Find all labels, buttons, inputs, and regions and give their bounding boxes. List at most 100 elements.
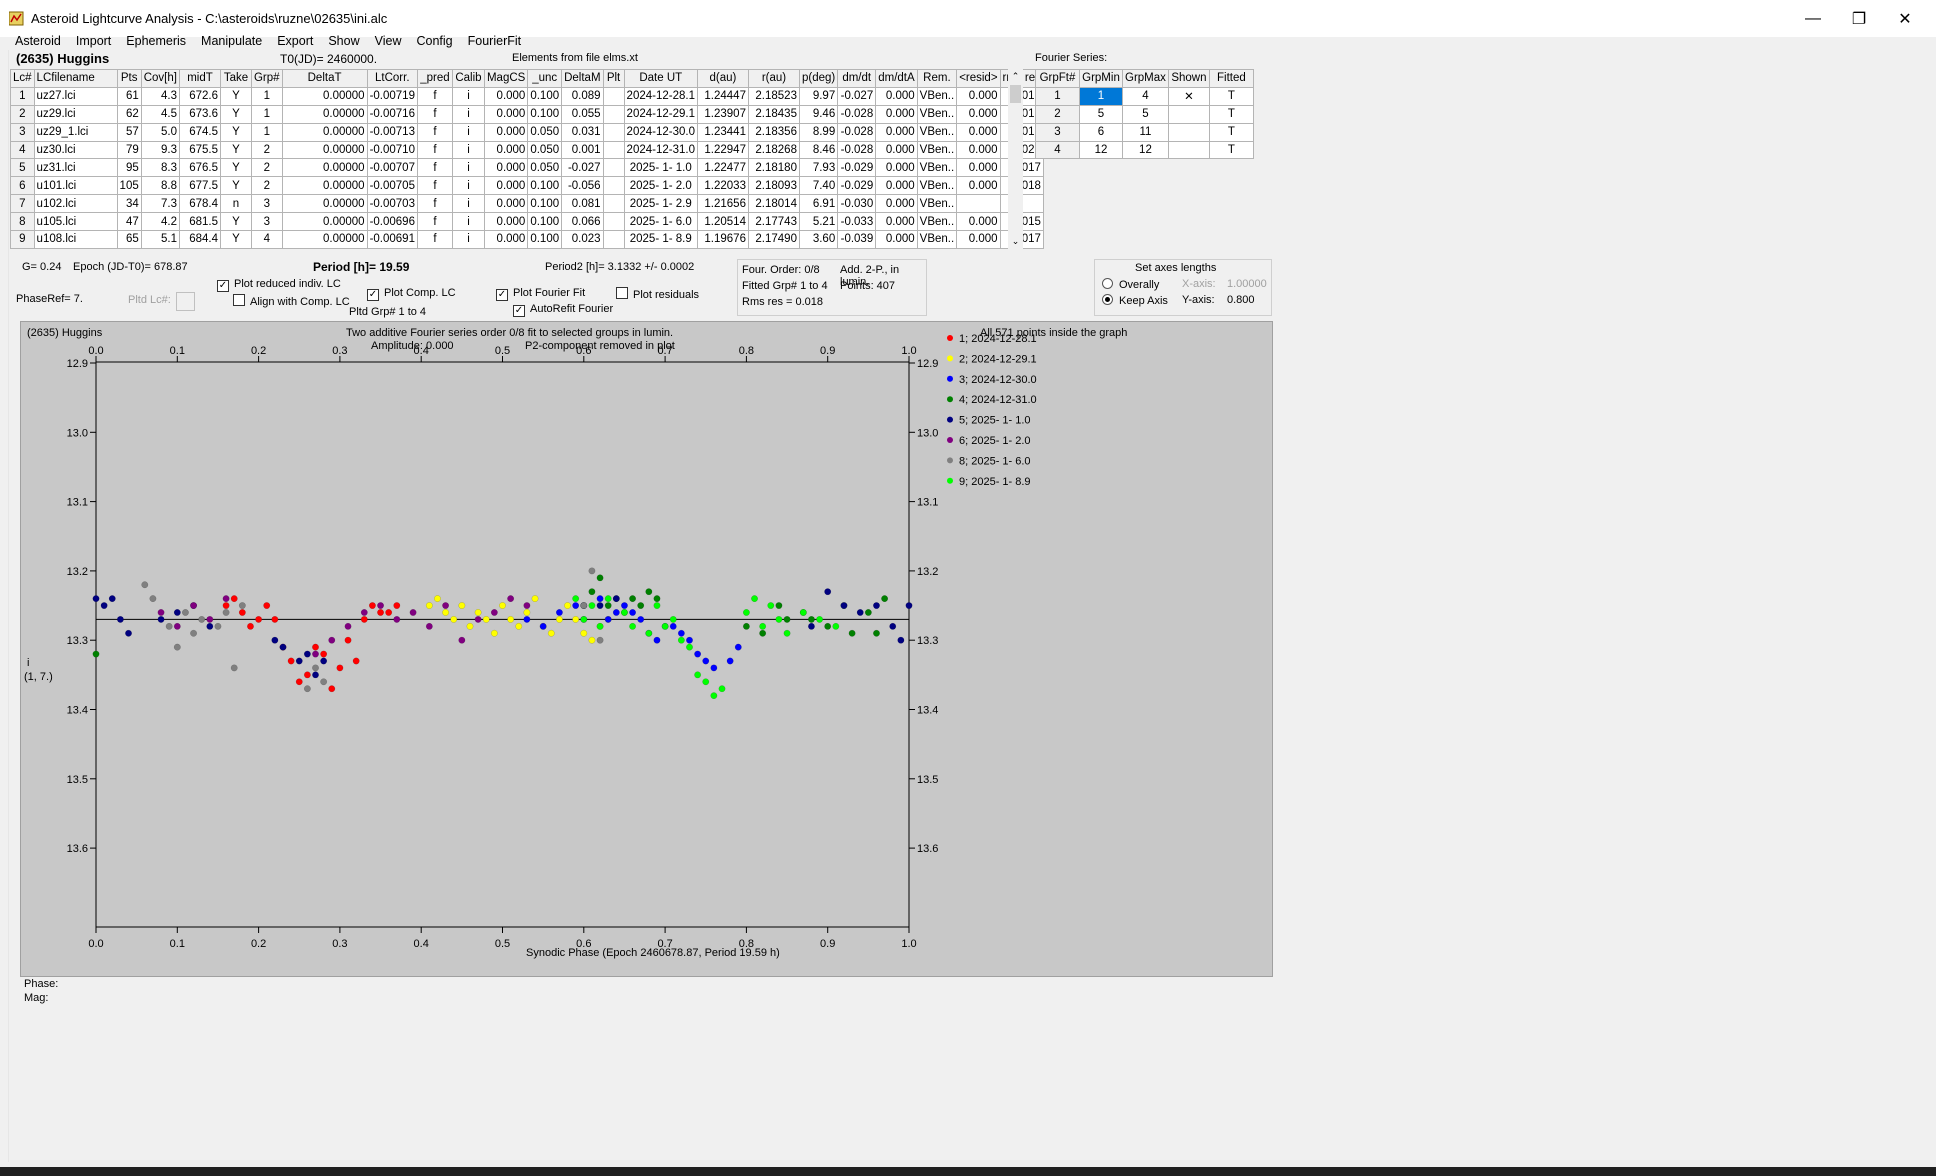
- table-cell[interactable]: uz29.lci: [33, 104, 118, 124]
- table-cell[interactable]: 2.18523: [747, 86, 800, 106]
- table-cell[interactable]: 0.00000: [281, 122, 368, 142]
- table-cell[interactable]: VBen..: [916, 140, 958, 160]
- table-cell[interactable]: 65: [116, 230, 142, 249]
- column-header[interactable]: _pred: [416, 69, 453, 88]
- table-cell[interactable]: 2025- 1- 8.9: [623, 230, 698, 249]
- table-cell[interactable]: T: [1208, 86, 1254, 106]
- menu-config[interactable]: Config: [410, 32, 461, 50]
- table-cell[interactable]: 0.00000: [281, 140, 368, 160]
- table-cell[interactable]: 62: [116, 104, 142, 124]
- table-cell[interactable]: 4.2: [140, 212, 180, 232]
- checkbox-icon[interactable]: [616, 287, 628, 299]
- table-cell[interactable]: 0.100: [527, 212, 563, 232]
- column-header[interactable]: Lc#: [10, 69, 35, 88]
- checkbox-checked-icon[interactable]: ✓: [367, 289, 379, 301]
- phase-ref[interactable]: PhaseRef= 7.: [16, 293, 83, 305]
- table-cell[interactable]: 1: [250, 104, 283, 124]
- table-cell[interactable]: [602, 140, 625, 160]
- table-cell[interactable]: f: [416, 104, 453, 124]
- column-header[interactable]: Take: [219, 69, 252, 88]
- table-cell[interactable]: uz30.lci: [33, 140, 118, 160]
- table-cell[interactable]: -0.027: [837, 86, 877, 106]
- table-cell[interactable]: 11: [1122, 122, 1169, 142]
- table-cell[interactable]: 0.050: [527, 158, 563, 178]
- table-cell[interactable]: 79: [116, 140, 142, 160]
- table-cell[interactable]: 1.23907: [696, 104, 749, 124]
- table-row[interactable]: 1 uz27.lci 61 4.3 672.6 Y 1 0.00000 -0.00719 f i 0.…: [10, 86, 1044, 106]
- column-header[interactable]: GrpMin: [1079, 69, 1123, 88]
- table-cell[interactable]: 95: [116, 158, 142, 178]
- table-cell[interactable]: 4.3: [140, 86, 180, 106]
- table-cell[interactable]: Y: [219, 212, 252, 232]
- table-cell[interactable]: -0.056: [561, 176, 604, 196]
- table-cell[interactable]: i: [451, 86, 485, 106]
- table-row[interactable]: 4 12 12 T: [1035, 140, 1254, 160]
- table-cell[interactable]: 5: [10, 158, 35, 178]
- table-scrollbar[interactable]: ⌃ ⌄: [1008, 69, 1023, 249]
- column-header[interactable]: GrpMax: [1122, 69, 1169, 88]
- table-cell[interactable]: -0.029: [837, 176, 877, 196]
- table-cell[interactable]: [602, 194, 625, 214]
- period-value[interactable]: Period [h]= 19.59: [313, 260, 409, 274]
- table-cell[interactable]: f: [416, 158, 453, 178]
- table-cell[interactable]: Y: [219, 140, 252, 160]
- table-cell[interactable]: [1167, 104, 1210, 124]
- table-cell[interactable]: T: [1208, 140, 1254, 160]
- table-cell[interactable]: 4: [10, 140, 35, 160]
- table-cell[interactable]: 0.00000: [281, 158, 368, 178]
- table-cell[interactable]: 0.000: [483, 104, 529, 124]
- table-cell[interactable]: 5.1: [140, 230, 180, 249]
- table-cell[interactable]: 2.18356: [747, 122, 800, 142]
- table-cell[interactable]: 5.0: [140, 122, 180, 142]
- menu-import[interactable]: Import: [69, 32, 119, 50]
- table-row[interactable]: 1 1 4 ✕ T: [1035, 86, 1254, 106]
- table-cell[interactable]: i: [451, 230, 485, 249]
- column-header[interactable]: Grp#: [250, 69, 283, 88]
- table-cell[interactable]: ✕: [1167, 86, 1210, 106]
- table-cell[interactable]: n: [219, 194, 252, 214]
- table-cell[interactable]: 684.4: [178, 230, 221, 249]
- table-cell[interactable]: 1.23441: [696, 122, 749, 142]
- x-axis-value[interactable]: 1.00000: [1227, 278, 1267, 290]
- table-cell[interactable]: 2025- 1- 2.0: [623, 176, 698, 196]
- table-cell[interactable]: 3: [250, 194, 283, 214]
- table-cell[interactable]: 9: [10, 230, 35, 249]
- table-row[interactable]: 6 u101.lci 105 8.8 677.5 Y 2 0.00000 -0.00705 f i 0…: [10, 176, 1044, 196]
- table-cell[interactable]: 0.000: [875, 194, 918, 214]
- table-cell[interactable]: -0.00719: [366, 86, 418, 106]
- table-cell[interactable]: uz27.lci: [33, 86, 118, 106]
- table-cell[interactable]: 5: [1079, 104, 1123, 124]
- checkbox-icon[interactable]: [233, 294, 245, 306]
- table-cell[interactable]: u108.lci: [33, 230, 118, 249]
- table-cell[interactable]: 674.5: [178, 122, 221, 142]
- column-header[interactable]: dm/dt: [837, 69, 877, 88]
- menu-fourierfit[interactable]: FourierFit: [461, 32, 529, 50]
- column-header[interactable]: LtCorr.: [366, 69, 418, 88]
- table-cell[interactable]: Y: [219, 104, 252, 124]
- menu-asteroid[interactable]: Asteroid: [8, 32, 69, 50]
- table-cell[interactable]: 7: [10, 194, 35, 214]
- table-cell[interactable]: 1: [10, 86, 35, 106]
- y-axis-value[interactable]: 0.800: [1227, 294, 1255, 306]
- table-cell[interactable]: 0.000: [956, 176, 1001, 196]
- column-header[interactable]: Pts: [116, 69, 142, 88]
- minimize-button[interactable]: —: [1790, 0, 1836, 37]
- column-header[interactable]: DeltaT: [281, 69, 368, 88]
- table-cell[interactable]: Y: [219, 230, 252, 249]
- table-cell[interactable]: 0.031: [561, 122, 604, 142]
- table-cell[interactable]: VBen..: [916, 230, 958, 249]
- table-cell[interactable]: 1.21656: [696, 194, 749, 214]
- table-cell[interactable]: 0.000: [956, 230, 1001, 249]
- table-cell[interactable]: 0.000: [956, 158, 1001, 178]
- table-cell[interactable]: 0.00000: [281, 86, 368, 106]
- table-cell[interactable]: 1: [1035, 86, 1080, 106]
- table-row[interactable]: 255T: [1035, 104, 1254, 124]
- table-cell[interactable]: i: [451, 158, 485, 178]
- table-cell[interactable]: 2025- 1- 2.9: [623, 194, 698, 214]
- table-cell[interactable]: 1.24447: [696, 86, 749, 106]
- table-cell[interactable]: 0.000: [875, 230, 918, 249]
- table-cell[interactable]: 4: [1035, 140, 1080, 160]
- table-cell[interactable]: 2: [250, 158, 283, 178]
- table-cell[interactable]: -0.00696: [366, 212, 418, 232]
- table-cell[interactable]: 1.22947: [696, 140, 749, 160]
